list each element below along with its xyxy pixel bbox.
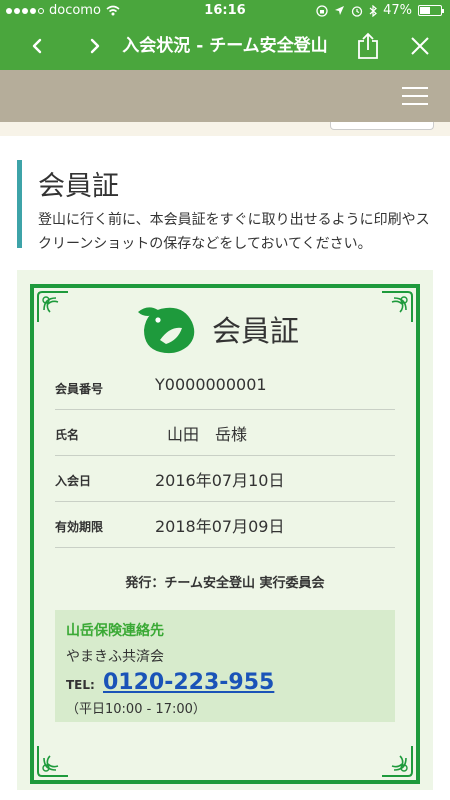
row-label: 氏名 [55,428,80,442]
alarm-icon [351,5,363,17]
share-button[interactable] [352,22,384,70]
issuer-text: 発行：チーム安全登山 実行委員会 [125,576,325,591]
close-icon [411,37,429,55]
corner-ornament-icon [37,746,68,777]
status-bar: docomo 16:16 47% [0,0,450,22]
battery-icon [418,5,444,16]
share-icon [358,32,378,59]
close-button[interactable] [404,22,436,70]
corner-ornament-icon [382,291,413,322]
expiry-date: 2018年07月09日 [155,517,285,536]
rotation-lock-icon [316,4,328,17]
member-number-row: 会員番号 Y0000000001 [55,366,395,410]
status-indicators: 47% [316,3,444,18]
site-header [0,70,450,122]
join-date-row: 入会日 2016年07月10日 [55,458,395,502]
insurance-contact-box: 山岳保険連絡先 やまきふ共済会 TEL: 0120-223-955 （平日10:… [55,610,395,722]
corner-ornament-icon [382,746,413,777]
corner-ornament-icon [37,291,68,322]
back-button[interactable] [22,22,52,70]
chevron-right-icon [90,38,100,54]
bird-logo-icon [138,307,195,354]
phone-link[interactable]: 0120-223-955 [103,670,274,695]
row-label: 入会日 [55,474,92,488]
heading-accent-bar [17,160,22,248]
header-tab [330,122,434,130]
insurance-title: 山岳保険連絡先 [66,623,164,639]
page-description: 登山に行く前に、本会員証をすぐに取り出せるように印刷やスクリーンショットの保存な… [38,212,430,252]
nav-title: 入会状況 - チーム安全登山 [122,36,328,56]
bluetooth-icon [369,4,378,17]
member-number: Y0000000001 [155,375,267,394]
menu-icon[interactable] [402,87,428,105]
expiry-date-row: 有効期限 2018年07月09日 [55,504,395,548]
battery-percent: 47% [383,3,412,18]
chevron-left-icon [32,38,42,54]
tel-label: TEL: [66,678,95,692]
business-hours: （平日10:00 - 17:00） [66,702,206,717]
join-date: 2016年07月10日 [155,471,285,490]
card-title: 会員証 [212,314,300,348]
navigation-bar: 入会状況 - チーム安全登山 [0,22,450,70]
row-label: 会員番号 [55,382,104,396]
member-name: 山田 岳様 [167,425,248,444]
page-title: 会員証 [38,171,119,202]
row-label: 有効期限 [55,520,104,534]
location-icon [335,6,345,15]
name-row: 氏名 山田 岳様 [55,412,395,456]
insurance-provider: やまきふ共済会 [66,649,164,665]
